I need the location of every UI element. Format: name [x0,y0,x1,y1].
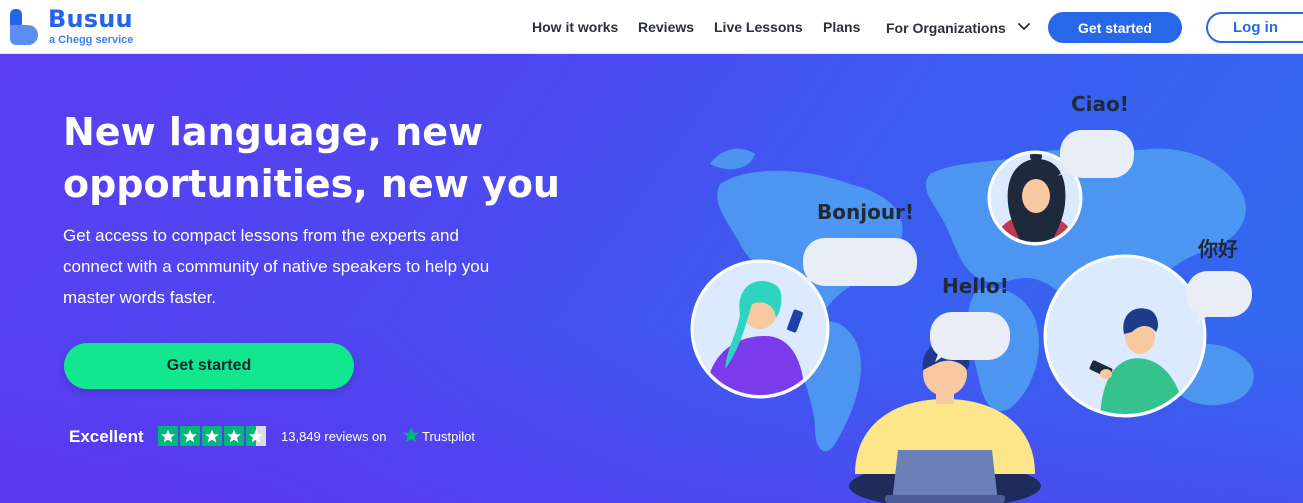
subtext-line-2: connect with a community of native speak… [63,257,490,276]
top-navigation-bar: Busuu a Chegg service How it works Revie… [0,0,1303,54]
headline-line-2: opportunities, new you [63,162,560,206]
hello-bubble-text: Hello! [942,274,1009,298]
nav-plans[interactable]: Plans [823,19,860,35]
trustpilot-star-icon [402,426,420,443]
star-rating-icon [158,426,266,446]
reviews-count: 13,849 reviews on [281,429,387,444]
nav-how-it-works[interactable]: How it works [532,19,618,35]
nav-reviews[interactable]: Reviews [638,19,694,35]
login-button[interactable]: Log in [1206,12,1303,43]
subtext-line-3: master words faster. [63,288,217,307]
hero-subtext: Get access to compact lessons from the e… [63,220,533,313]
hero-get-started-button[interactable]: Get started [64,343,354,389]
bonjour-bubble-text: Bonjour! [817,200,915,224]
chevron-down-icon[interactable] [1017,22,1031,32]
subtext-line-1: Get access to compact lessons from the e… [63,226,459,245]
busuu-logo[interactable]: Busuu a Chegg service [8,5,148,49]
rating-word: Excellent [69,427,144,446]
nav-for-organizations[interactable]: For Organizations [886,20,1006,36]
nihao-bubble-text: 你好 [1198,237,1238,261]
header-get-started-button[interactable]: Get started [1048,12,1182,43]
nihao-avatar [1043,254,1207,418]
brand-tagline: a Chegg service [49,34,134,46]
ciao-bubble-text: Ciao! [1071,92,1129,116]
hello-bubble [930,312,1010,362]
headline-line-1: New language, new [63,110,484,154]
busuu-logo-mark-icon [10,9,38,45]
trustpilot-label: Trustpilot [422,429,475,444]
trustpilot-rating[interactable]: Excellent 13,849 reviews on Trustpilot [69,426,509,448]
bonjour-bubble [800,238,917,286]
nav-live-lessons[interactable]: Live Lessons [714,19,803,35]
brand-name: Busuu [48,5,133,33]
ciao-bubble [1058,130,1134,178]
hero-headline: New language, new opportunities, new you [63,106,623,210]
hero-section: New language, new opportunities, new you… [0,54,1303,503]
